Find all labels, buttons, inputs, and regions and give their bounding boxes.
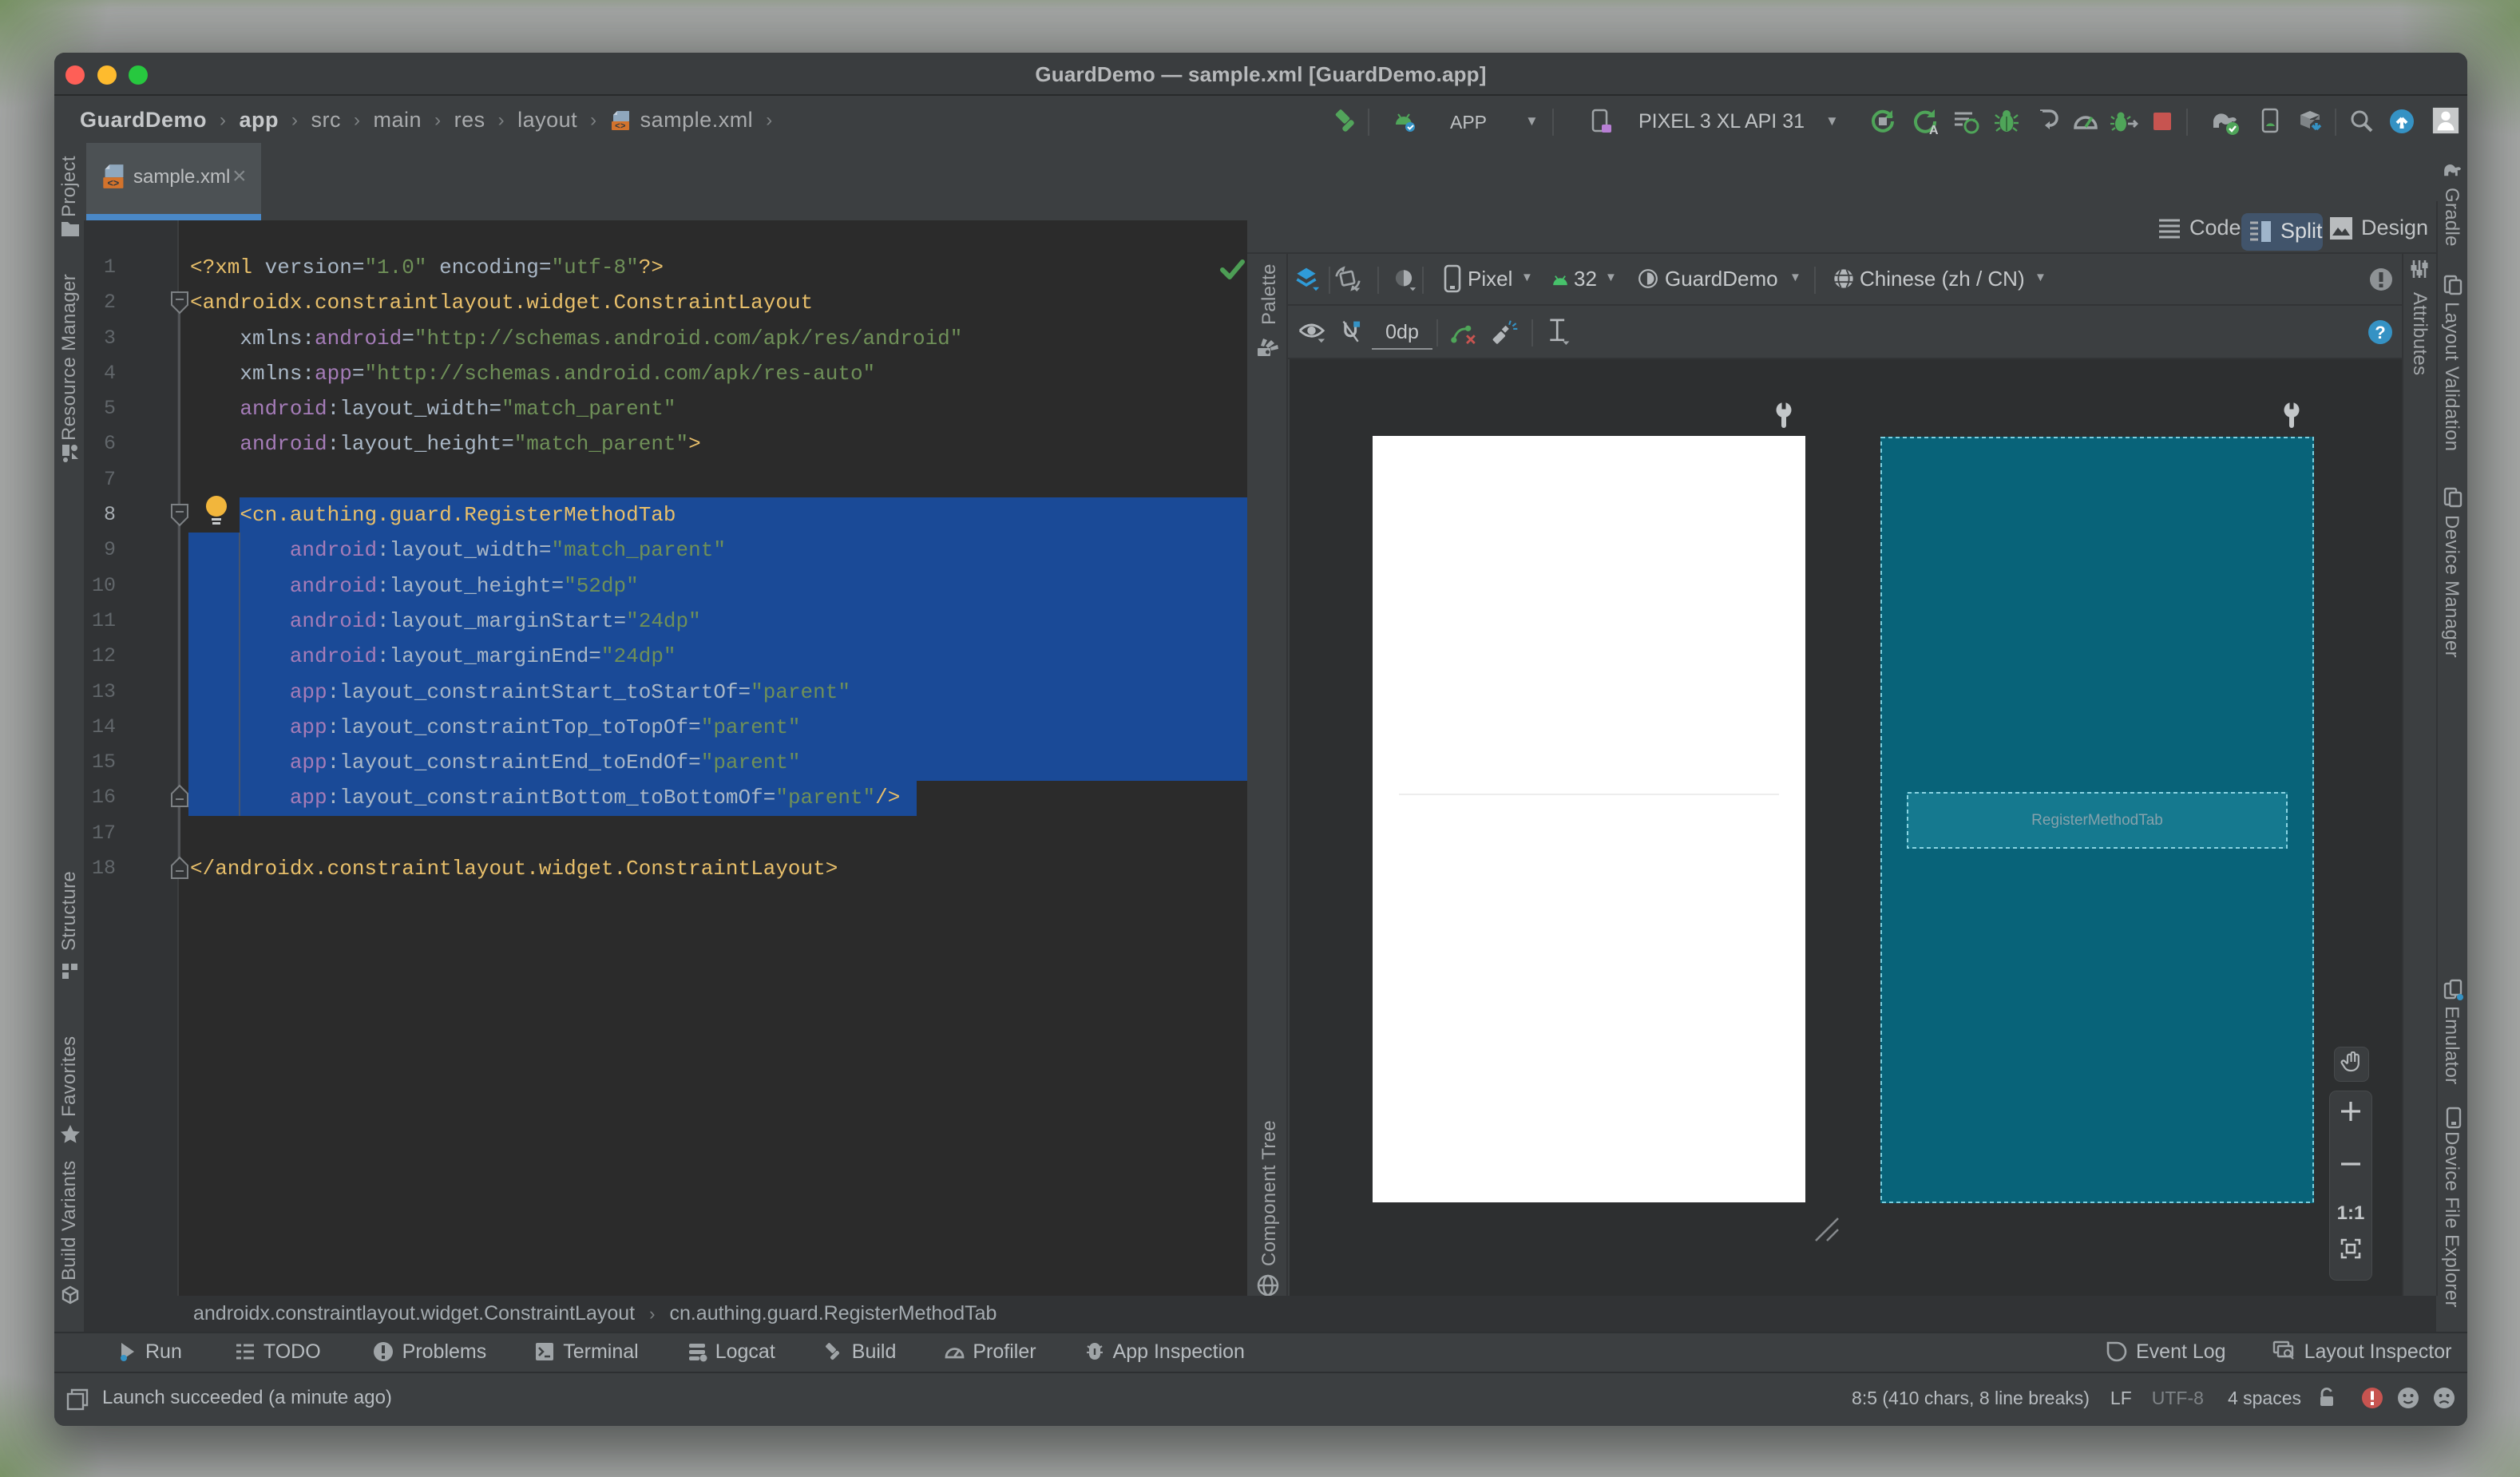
- svg-text:<>: <>: [615, 121, 626, 131]
- svg-text:A: A: [1929, 124, 1939, 136]
- svg-text:<>: <>: [108, 178, 120, 189]
- svg-text:?: ?: [2375, 323, 2385, 343]
